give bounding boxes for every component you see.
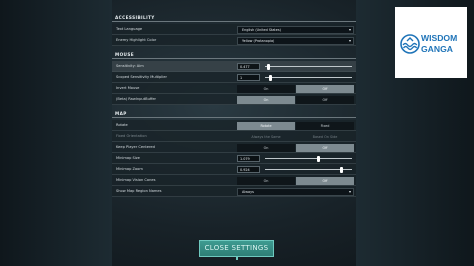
scoped-sensitivity-slider-thumb[interactable] xyxy=(268,74,272,81)
setting-label: Fixed Orientation xyxy=(116,134,147,138)
setting-row-region-names: Show Map Region Names Always ▾ xyxy=(112,186,356,197)
slider-value: 1.079 xyxy=(240,157,250,161)
minimap-zoom-slider-thumb[interactable] xyxy=(340,166,344,173)
setting-label: Minimap Zoom xyxy=(116,167,143,171)
minimap-zoom-slider-track[interactable] xyxy=(265,169,352,170)
rotate-button[interactable]: Rotate xyxy=(237,121,295,130)
chevron-down-icon: ▾ xyxy=(348,189,351,194)
keep-centered-off-button[interactable]: Off xyxy=(296,143,354,152)
based-on-side-button: Based On Side xyxy=(312,134,338,139)
dropdown-value: Yellow (Protanopia) xyxy=(242,39,275,43)
background-left-panel xyxy=(0,0,112,266)
section-title-accessibility: ACCESSIBILITY xyxy=(112,14,356,22)
setting-label: Text Language xyxy=(116,27,143,31)
scoped-sensitivity-input[interactable]: 1 xyxy=(237,74,260,81)
text-language-dropdown[interactable]: English (United States) ▾ xyxy=(237,25,354,34)
enemy-highlight-dropdown[interactable]: Yellow (Protanopia) ▾ xyxy=(237,36,354,45)
keep-centered-on-button[interactable]: On xyxy=(237,143,295,152)
setting-row-sensitivity-aim: Sensitivity: Aim 0.477 xyxy=(112,61,356,72)
setting-label: Rotate xyxy=(116,123,128,127)
button-accent xyxy=(236,257,238,260)
setting-label: Scoped Sensitivity Multiplier xyxy=(116,75,167,79)
logo-line-2: GANGA xyxy=(421,44,453,54)
setting-label: Sensitivity: Aim xyxy=(116,64,144,68)
setting-row-minimap-size: Minimap Size 1.079 xyxy=(112,153,356,164)
setting-row-scoped-sensitivity: Scoped Sensitivity Multiplier 1 xyxy=(112,72,356,83)
settings-panel: ACCESSIBILITY Text Language English (Uni… xyxy=(112,14,356,197)
raw-input-off-button[interactable]: Off xyxy=(296,95,354,104)
setting-row-vision-cones: Minimap Vision Cones On Off xyxy=(112,175,356,186)
vision-cones-off-button[interactable]: Off xyxy=(296,176,354,185)
vision-cones-on-button[interactable]: On xyxy=(237,176,295,185)
minimap-size-slider-thumb[interactable] xyxy=(317,155,321,162)
setting-label: Enemy Highlight Color xyxy=(116,38,157,42)
chevron-down-icon: ▾ xyxy=(348,27,351,32)
close-settings-button[interactable]: CLOSE SETTINGS xyxy=(199,240,274,257)
invert-mouse-on-button[interactable]: On xyxy=(237,84,295,93)
setting-row-text-language: Text Language English (United States) ▾ xyxy=(112,24,356,35)
fixed-button[interactable]: Fixed xyxy=(296,121,354,130)
raw-input-on-button[interactable]: On xyxy=(237,95,295,104)
minimap-size-input[interactable]: 1.079 xyxy=(237,155,260,162)
setting-label: Invert Mouse xyxy=(116,86,140,90)
always-the-same-button: Always the Same xyxy=(251,134,281,139)
setting-row-fixed-orientation: Fixed Orientation Always the Same Based … xyxy=(112,131,356,142)
setting-label: Minimap Size xyxy=(116,156,140,160)
slider-value: 0.477 xyxy=(240,65,250,69)
chevron-down-icon: ▾ xyxy=(348,38,351,43)
sensitivity-aim-input[interactable]: 0.477 xyxy=(237,63,260,70)
setting-label: Keep Player Centered xyxy=(116,145,155,149)
logo-wave-icon xyxy=(400,34,420,54)
sensitivity-aim-slider-thumb[interactable] xyxy=(266,63,270,70)
scoped-sensitivity-slider-track[interactable] xyxy=(265,77,352,78)
region-names-dropdown[interactable]: Always ▾ xyxy=(237,187,354,196)
wisdom-ganga-logo: WISDOM GANGA xyxy=(395,7,467,78)
setting-label: Show Map Region Names xyxy=(116,189,162,193)
minimap-zoom-input[interactable]: 0.924 xyxy=(237,166,260,173)
setting-row-keep-player-centered: Keep Player Centered On Off xyxy=(112,142,356,153)
setting-label: Minimap Vision Cones xyxy=(116,178,156,182)
setting-row-enemy-highlight: Enemy Highlight Color Yellow (Protanopia… xyxy=(112,35,356,46)
slider-value: 0.924 xyxy=(240,168,250,172)
sensitivity-aim-slider-track[interactable] xyxy=(265,66,352,67)
dropdown-value: Always xyxy=(242,190,254,194)
logo-line-1: WISDOM xyxy=(421,33,458,43)
section-title-mouse: MOUSE xyxy=(112,51,356,59)
minimap-size-slider-track[interactable] xyxy=(265,158,352,159)
invert-mouse-off-button[interactable]: Off xyxy=(296,84,354,93)
section-title-map: MAP xyxy=(112,110,356,118)
setting-row-minimap-zoom: Minimap Zoom 0.924 xyxy=(112,164,356,175)
setting-row-rotate: Rotate Rotate Fixed xyxy=(112,120,356,131)
slider-value: 1 xyxy=(240,76,243,80)
setting-row-invert-mouse: Invert Mouse On Off xyxy=(112,83,356,94)
setting-label: (Beta) RawInputBuffer xyxy=(116,97,157,101)
setting-row-raw-input-buffer: (Beta) RawInputBuffer On Off xyxy=(112,94,356,105)
dropdown-value: English (United States) xyxy=(242,28,281,32)
